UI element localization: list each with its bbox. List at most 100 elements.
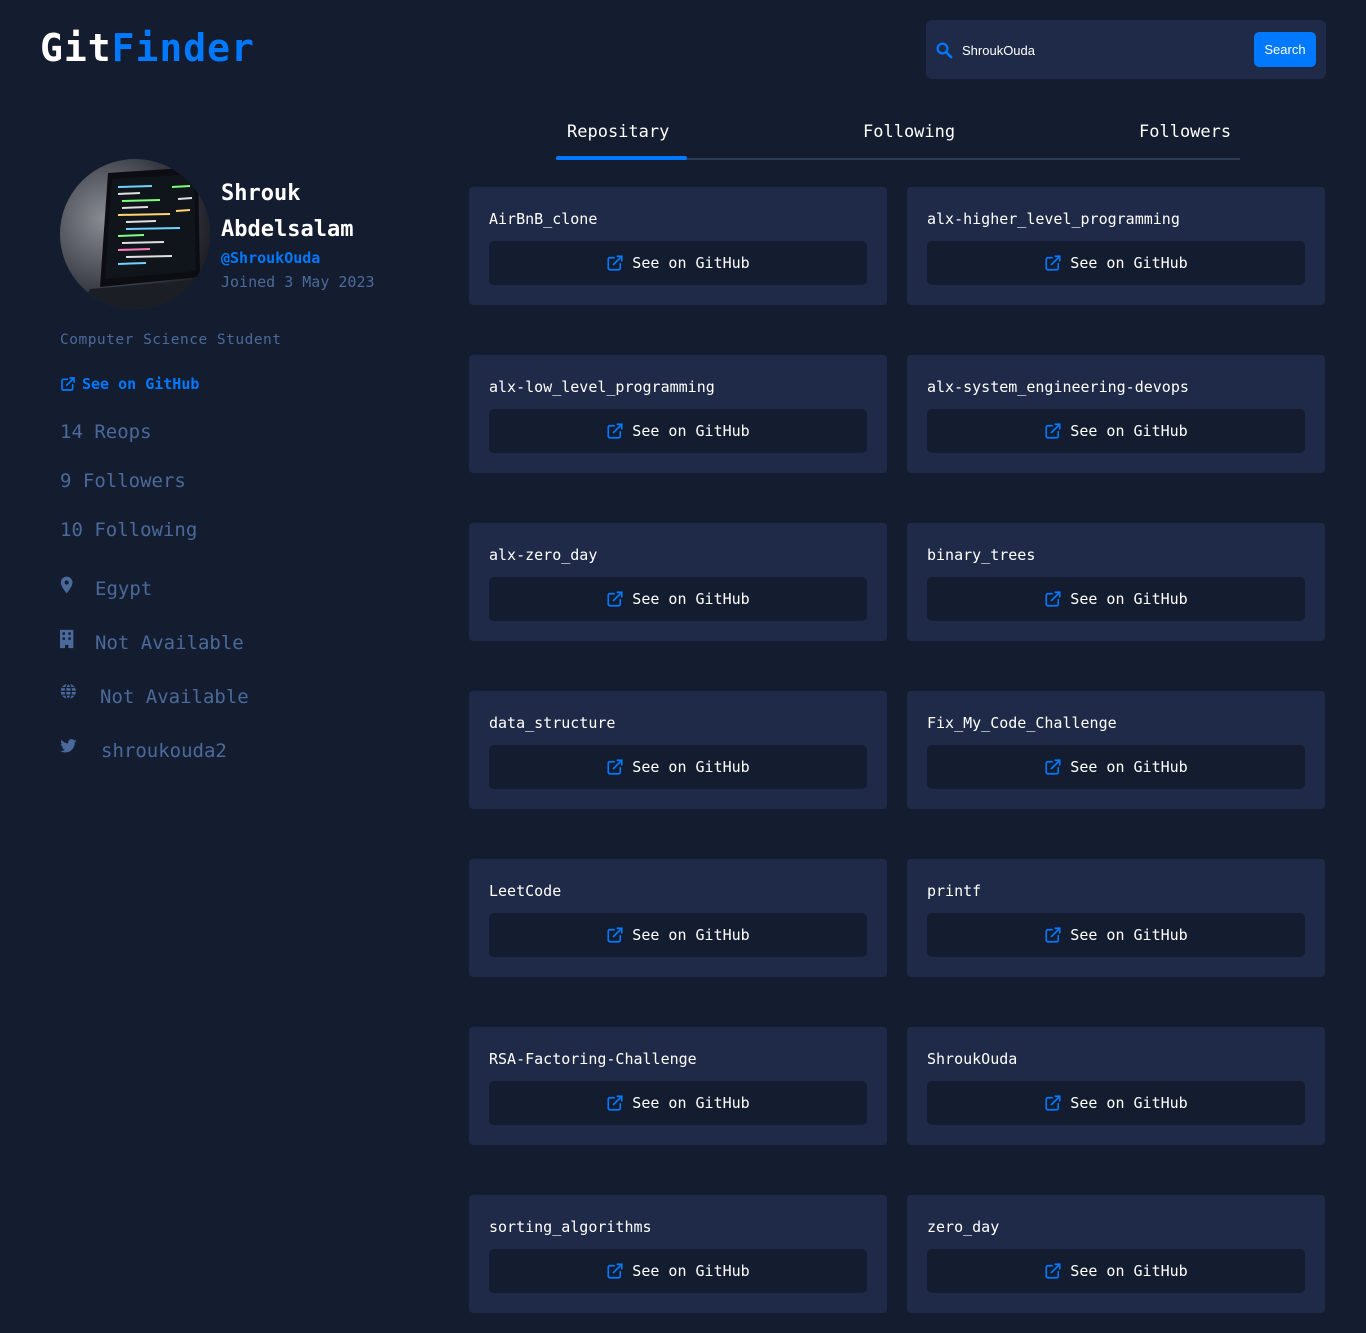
user-login[interactable]: @ShroukOuda: [221, 249, 320, 267]
repo-count: 14 Reops: [60, 421, 152, 443]
company-text: Not Available: [95, 632, 244, 654]
tab-followers[interactable]: Followers: [1139, 122, 1231, 142]
see-on-github-label: See on GitHub: [1070, 590, 1188, 608]
active-tab-indicator: [556, 156, 687, 160]
repo-name: LeetCode: [489, 882, 562, 900]
external-link-icon: [1045, 591, 1061, 607]
see-on-github-button[interactable]: See on GitHub: [489, 409, 867, 453]
external-link-icon: [607, 591, 623, 607]
repo-card: zero_day See on GitHub: [907, 1195, 1325, 1313]
see-on-github-button[interactable]: See on GitHub: [927, 745, 1305, 789]
blog-text: Not Available: [100, 686, 249, 708]
repo-name: printf: [927, 882, 982, 900]
repo-name: RSA-Factoring-Challenge: [489, 1050, 697, 1068]
repo-name: alx-higher_level_programming: [927, 210, 1180, 228]
avatar-laptop-image: [60, 159, 210, 309]
repo-card: LeetCode See on GitHub: [469, 859, 887, 977]
see-on-github-button[interactable]: See on GitHub: [927, 577, 1305, 621]
location-pin-icon: [60, 576, 73, 594]
repo-card: alx-zero_day See on GitHub: [469, 523, 887, 641]
repo-name: AirBnB_clone: [489, 210, 598, 228]
repo-card: RSA-Factoring-Challenge See on GitHub: [469, 1027, 887, 1145]
repo-card: AirBnB_clone See on GitHub: [469, 187, 887, 305]
tab-repositary[interactable]: Repositary: [567, 122, 669, 142]
avatar: [60, 159, 210, 309]
tab-bar: Repositary Following Followers: [556, 110, 1240, 160]
profile-github-link-label: See on GitHub: [82, 375, 200, 393]
see-on-github-label: See on GitHub: [632, 254, 750, 272]
see-on-github-label: See on GitHub: [632, 926, 750, 944]
external-link-icon: [607, 255, 623, 271]
search-icon: [936, 42, 953, 59]
search-bar: Search: [926, 20, 1326, 79]
following-count: 10 Following: [60, 519, 198, 541]
external-link-icon: [1045, 255, 1061, 271]
external-link-icon: [1045, 927, 1061, 943]
external-link-icon: [607, 1095, 623, 1111]
see-on-github-button[interactable]: See on GitHub: [927, 241, 1305, 285]
repo-name: ShroukOuda: [927, 1050, 1018, 1068]
see-on-github-label: See on GitHub: [632, 422, 750, 440]
external-link-icon: [1045, 1263, 1061, 1279]
external-link-icon: [607, 927, 623, 943]
logo-git: Git: [40, 26, 112, 70]
repo-card: printf See on GitHub: [907, 859, 1325, 977]
logo-finder: Finder: [111, 26, 255, 70]
external-link-icon: [607, 423, 623, 439]
user-bio: Computer Science Student: [60, 332, 282, 348]
see-on-github-button[interactable]: See on GitHub: [927, 409, 1305, 453]
see-on-github-label: See on GitHub: [1070, 254, 1188, 272]
user-first-name: Shrouk: [221, 181, 301, 206]
see-on-github-button[interactable]: See on GitHub: [489, 241, 867, 285]
repo-card: ShroukOuda See on GitHub: [907, 1027, 1325, 1145]
globe-icon: [60, 683, 76, 700]
repo-name: alx-low_level_programming: [489, 378, 715, 396]
profile-github-link[interactable]: See on GitHub: [60, 375, 199, 393]
external-link-icon: [1045, 423, 1061, 439]
repo-card: binary_trees See on GitHub: [907, 523, 1325, 641]
repo-name: alx-zero_day: [489, 546, 598, 564]
blog-row: Not Available: [60, 683, 249, 708]
see-on-github-button[interactable]: See on GitHub: [489, 1249, 867, 1293]
repo-name: sorting_algorithms: [489, 1218, 652, 1236]
repo-name: Fix_My_Code_Challenge: [927, 714, 1117, 732]
building-icon: [60, 629, 74, 649]
search-input[interactable]: [962, 38, 1162, 62]
twitter-row: shroukouda2: [60, 739, 227, 762]
search-button[interactable]: Search: [1254, 32, 1316, 67]
see-on-github-button[interactable]: See on GitHub: [927, 913, 1305, 957]
location-row: Egypt: [60, 576, 153, 600]
repo-name: zero_day: [927, 1218, 1000, 1236]
see-on-github-label: See on GitHub: [1070, 1094, 1188, 1112]
see-on-github-button[interactable]: See on GitHub: [927, 1081, 1305, 1125]
see-on-github-button[interactable]: See on GitHub: [489, 913, 867, 957]
repo-name: data_structure: [489, 714, 616, 732]
repo-card: Fix_My_Code_Challenge See on GitHub: [907, 691, 1325, 809]
repo-card: data_structure See on GitHub: [469, 691, 887, 809]
repo-card: alx-system_engineering-devops See on GitH…: [907, 355, 1325, 473]
join-date: Joined 3 May 2023: [221, 273, 375, 291]
repo-card: alx-low_level_programming See on GitHub: [469, 355, 887, 473]
repo-card: alx-higher_level_programming See on GitHu…: [907, 187, 1325, 305]
user-last-name: Abdelsalam: [221, 217, 354, 242]
twitter-icon: [60, 739, 77, 753]
external-link-icon: [61, 377, 75, 391]
external-link-icon: [607, 1263, 623, 1279]
repo-name: binary_trees: [927, 546, 1036, 564]
location-text: Egypt: [95, 578, 153, 600]
twitter-text[interactable]: shroukouda2: [101, 740, 227, 762]
app-logo: GitFinder: [40, 26, 255, 70]
see-on-github-label: See on GitHub: [1070, 758, 1188, 776]
see-on-github-button[interactable]: See on GitHub: [489, 745, 867, 789]
tab-following[interactable]: Following: [863, 122, 955, 142]
see-on-github-label: See on GitHub: [1070, 1262, 1188, 1280]
see-on-github-button[interactable]: See on GitHub: [927, 1249, 1305, 1293]
see-on-github-button[interactable]: See on GitHub: [489, 1081, 867, 1125]
external-link-icon: [1045, 1095, 1061, 1111]
external-link-icon: [1045, 759, 1061, 775]
followers-count: 9 Followers: [60, 470, 186, 492]
see-on-github-label: See on GitHub: [632, 590, 750, 608]
user-name: Shrouk Abdelsalam: [221, 176, 421, 248]
repo-card: sorting_algorithms See on GitHub: [469, 1195, 887, 1313]
see-on-github-button[interactable]: See on GitHub: [489, 577, 867, 621]
